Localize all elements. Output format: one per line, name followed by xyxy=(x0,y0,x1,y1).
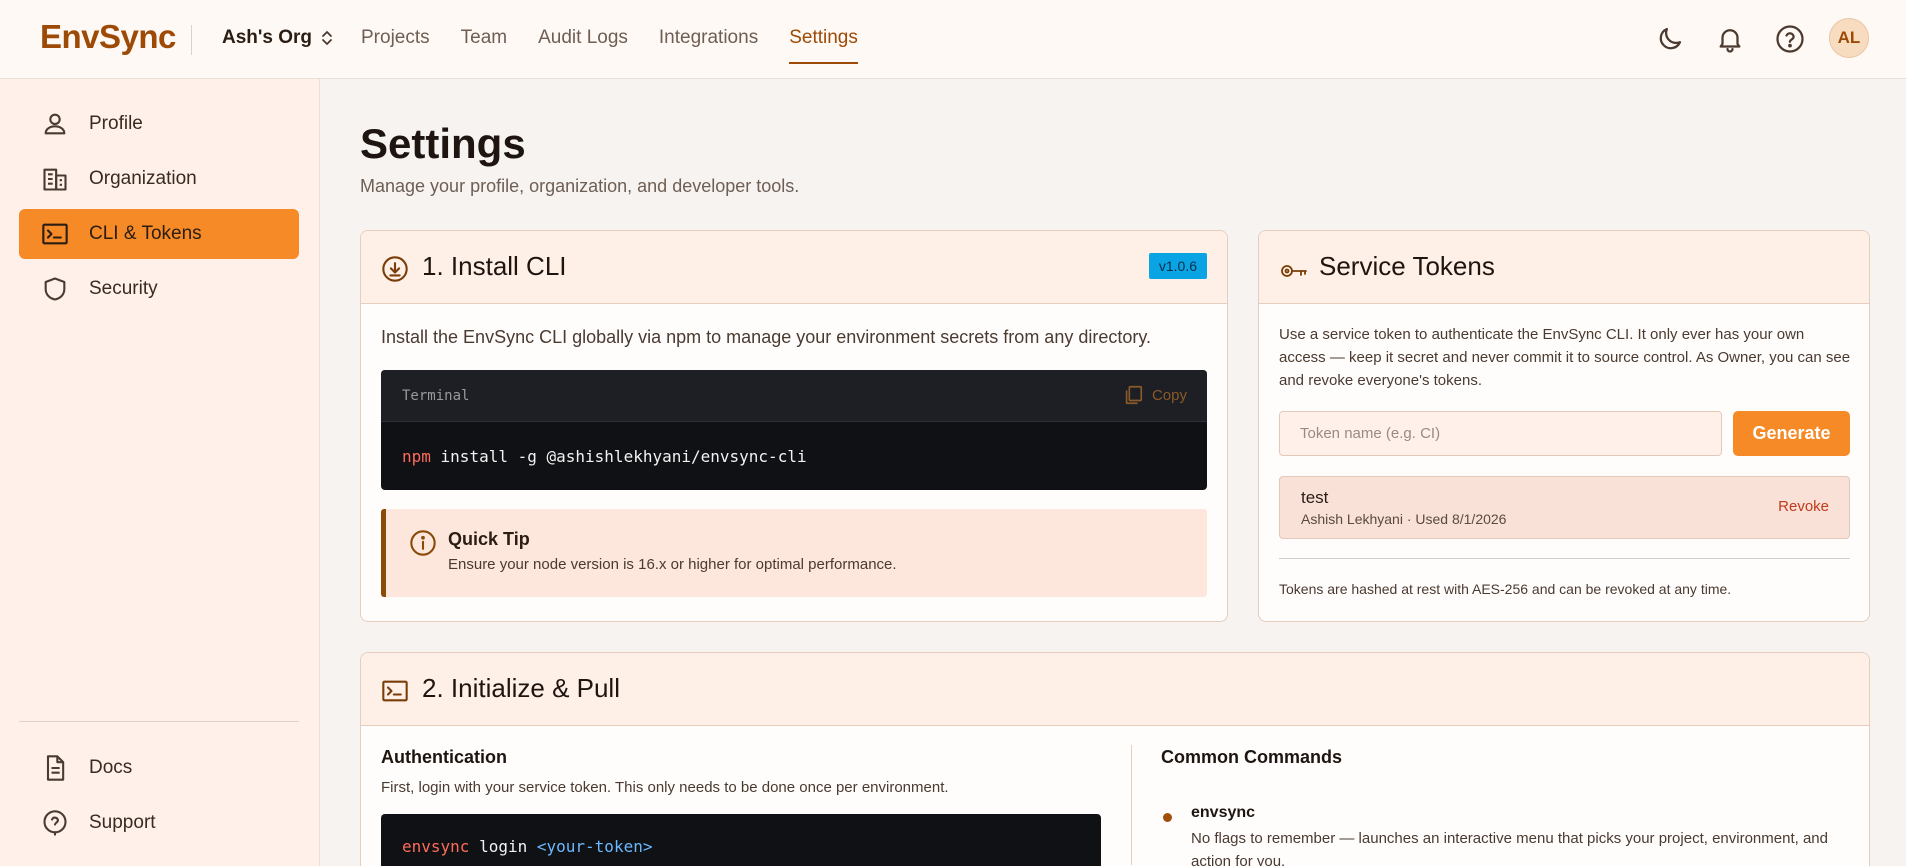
token-name-input[interactable] xyxy=(1279,411,1722,456)
auth-heading: Authentication xyxy=(381,747,507,767)
moon-icon[interactable] xyxy=(1655,24,1685,54)
command-keyword: npm xyxy=(402,447,431,466)
page-title: Settings xyxy=(360,120,526,167)
install-description: Install the EnvSync CLI globally via npm… xyxy=(381,327,1152,347)
install-command[interactable]: npm install -g @ashishlekhyani/envsync-c… xyxy=(402,447,807,466)
card-title: Service Tokens xyxy=(1319,251,1495,281)
sidebar-divider xyxy=(19,721,299,722)
sidebar-item-security[interactable]: Security xyxy=(19,264,299,314)
help-icon xyxy=(43,810,67,836)
org-name: Ash's Org xyxy=(222,27,313,48)
sidebar-item-label: Profile xyxy=(89,113,143,134)
version-badge: v1.0.6 xyxy=(1148,253,1207,279)
tip-text: Ensure your node version is 16.x or high… xyxy=(448,556,897,573)
command-description: No flags to remember — launches an inter… xyxy=(1191,830,1828,866)
nav-settings[interactable]: Settings xyxy=(789,25,858,64)
terminal-block: Terminal Copy npm install -g @ashishlekh… xyxy=(381,370,1207,490)
revoke-button[interactable]: Revoke xyxy=(1778,498,1829,515)
command-arg: <your-token> xyxy=(536,837,653,856)
command-text: login xyxy=(469,837,537,856)
main-nav: Projects Team Audit Logs Integrations Se… xyxy=(361,25,858,64)
command-text: install -g @ashishlekhyani/envsync-cli xyxy=(430,447,807,466)
initialize-pull-card: 2. Initialize & Pull Authentication Firs… xyxy=(360,652,1870,866)
document-icon xyxy=(46,755,65,781)
nav-audit-logs[interactable]: Audit Logs xyxy=(538,25,628,64)
command-keyword: envsync xyxy=(402,837,470,856)
bullet xyxy=(1163,813,1172,822)
sidebar-item-support[interactable]: Support xyxy=(19,798,299,848)
info-icon xyxy=(410,530,436,556)
key-icon xyxy=(1281,265,1307,277)
auth-text: First, login with your service token. Th… xyxy=(381,779,949,796)
card-header: 1. Install CLI v1.0.6 xyxy=(361,231,1227,304)
shield-icon xyxy=(44,277,66,301)
sidebar-item-label: Support xyxy=(89,812,156,833)
token-meta: Ashish Lekhyani · Used 8/1/2026 xyxy=(1301,511,1507,527)
terminal-icon xyxy=(382,680,408,702)
sidebar: Profile Organization CLI & Tokens Securi… xyxy=(0,79,320,866)
login-command[interactable]: envsync login <your-token> xyxy=(402,837,652,856)
login-terminal: envsync login <your-token> xyxy=(381,814,1101,866)
quick-tip: Quick Tip Ensure your node version is 16… xyxy=(381,509,1207,597)
page-subtitle: Manage your profile, organization, and d… xyxy=(360,176,800,196)
commands-heading: Common Commands xyxy=(1161,747,1343,767)
nav-team[interactable]: Team xyxy=(461,25,507,64)
sidebar-item-profile[interactable]: Profile xyxy=(19,99,299,149)
command-name: envsync xyxy=(1191,804,1256,821)
building-icon xyxy=(43,168,67,191)
help-icon[interactable] xyxy=(1775,24,1805,54)
sidebar-item-label: CLI & Tokens xyxy=(89,223,202,244)
copy-label: Copy xyxy=(1151,386,1187,404)
nav-projects[interactable]: Projects xyxy=(361,25,430,64)
sidebar-item-label: Organization xyxy=(89,168,197,189)
generate-button[interactable]: Generate xyxy=(1733,411,1850,456)
tokens-footer: Tokens are hashed at rest with AES-256 a… xyxy=(1279,581,1732,597)
download-icon xyxy=(382,256,408,282)
bell-icon[interactable] xyxy=(1715,24,1745,54)
divider xyxy=(1279,558,1850,559)
copy-icon xyxy=(1125,385,1143,405)
column-divider xyxy=(1131,745,1132,865)
terminal-header: Terminal Copy xyxy=(381,370,1207,422)
token-name: test xyxy=(1301,488,1329,507)
sidebar-item-docs[interactable]: Docs xyxy=(19,743,299,793)
install-cli-card: 1. Install CLI v1.0.6 Install the EnvSyn… xyxy=(360,230,1228,622)
nav-integrations[interactable]: Integrations xyxy=(659,25,758,64)
service-tokens-card: Service Tokens Use a service token to au… xyxy=(1258,230,1870,622)
org-switcher[interactable]: Ash's Org xyxy=(222,27,334,49)
tip-title: Quick Tip xyxy=(448,529,530,549)
sidebar-item-label: Security xyxy=(89,278,158,299)
tokens-description: Use a service token to authenticate the … xyxy=(1279,326,1851,389)
card-header: Service Tokens xyxy=(1259,231,1869,304)
sidebar-item-label: Docs xyxy=(89,757,133,778)
card-title: 1. Install CLI xyxy=(422,251,567,281)
user-icon xyxy=(44,113,66,135)
logo[interactable]: EnvSync xyxy=(40,18,176,56)
card-header: 2. Initialize & Pull xyxy=(361,653,1869,726)
terminal-icon xyxy=(42,223,68,245)
sidebar-item-cli-tokens[interactable]: CLI & Tokens xyxy=(19,209,299,259)
chevron-up-down-icon xyxy=(322,31,332,45)
sidebar-item-organization[interactable]: Organization xyxy=(19,154,299,204)
avatar[interactable]: AL xyxy=(1829,18,1869,58)
copy-button[interactable]: Copy xyxy=(1122,384,1187,406)
top-bar: EnvSync Ash's Org Projects Team Audit Lo… xyxy=(0,0,1906,79)
token-row: test Ashish Lekhyani · Used 8/1/2026 Rev… xyxy=(1279,476,1850,539)
terminal-label: Terminal xyxy=(402,388,470,404)
divider xyxy=(191,25,192,55)
card-title: 2. Initialize & Pull xyxy=(422,673,620,703)
